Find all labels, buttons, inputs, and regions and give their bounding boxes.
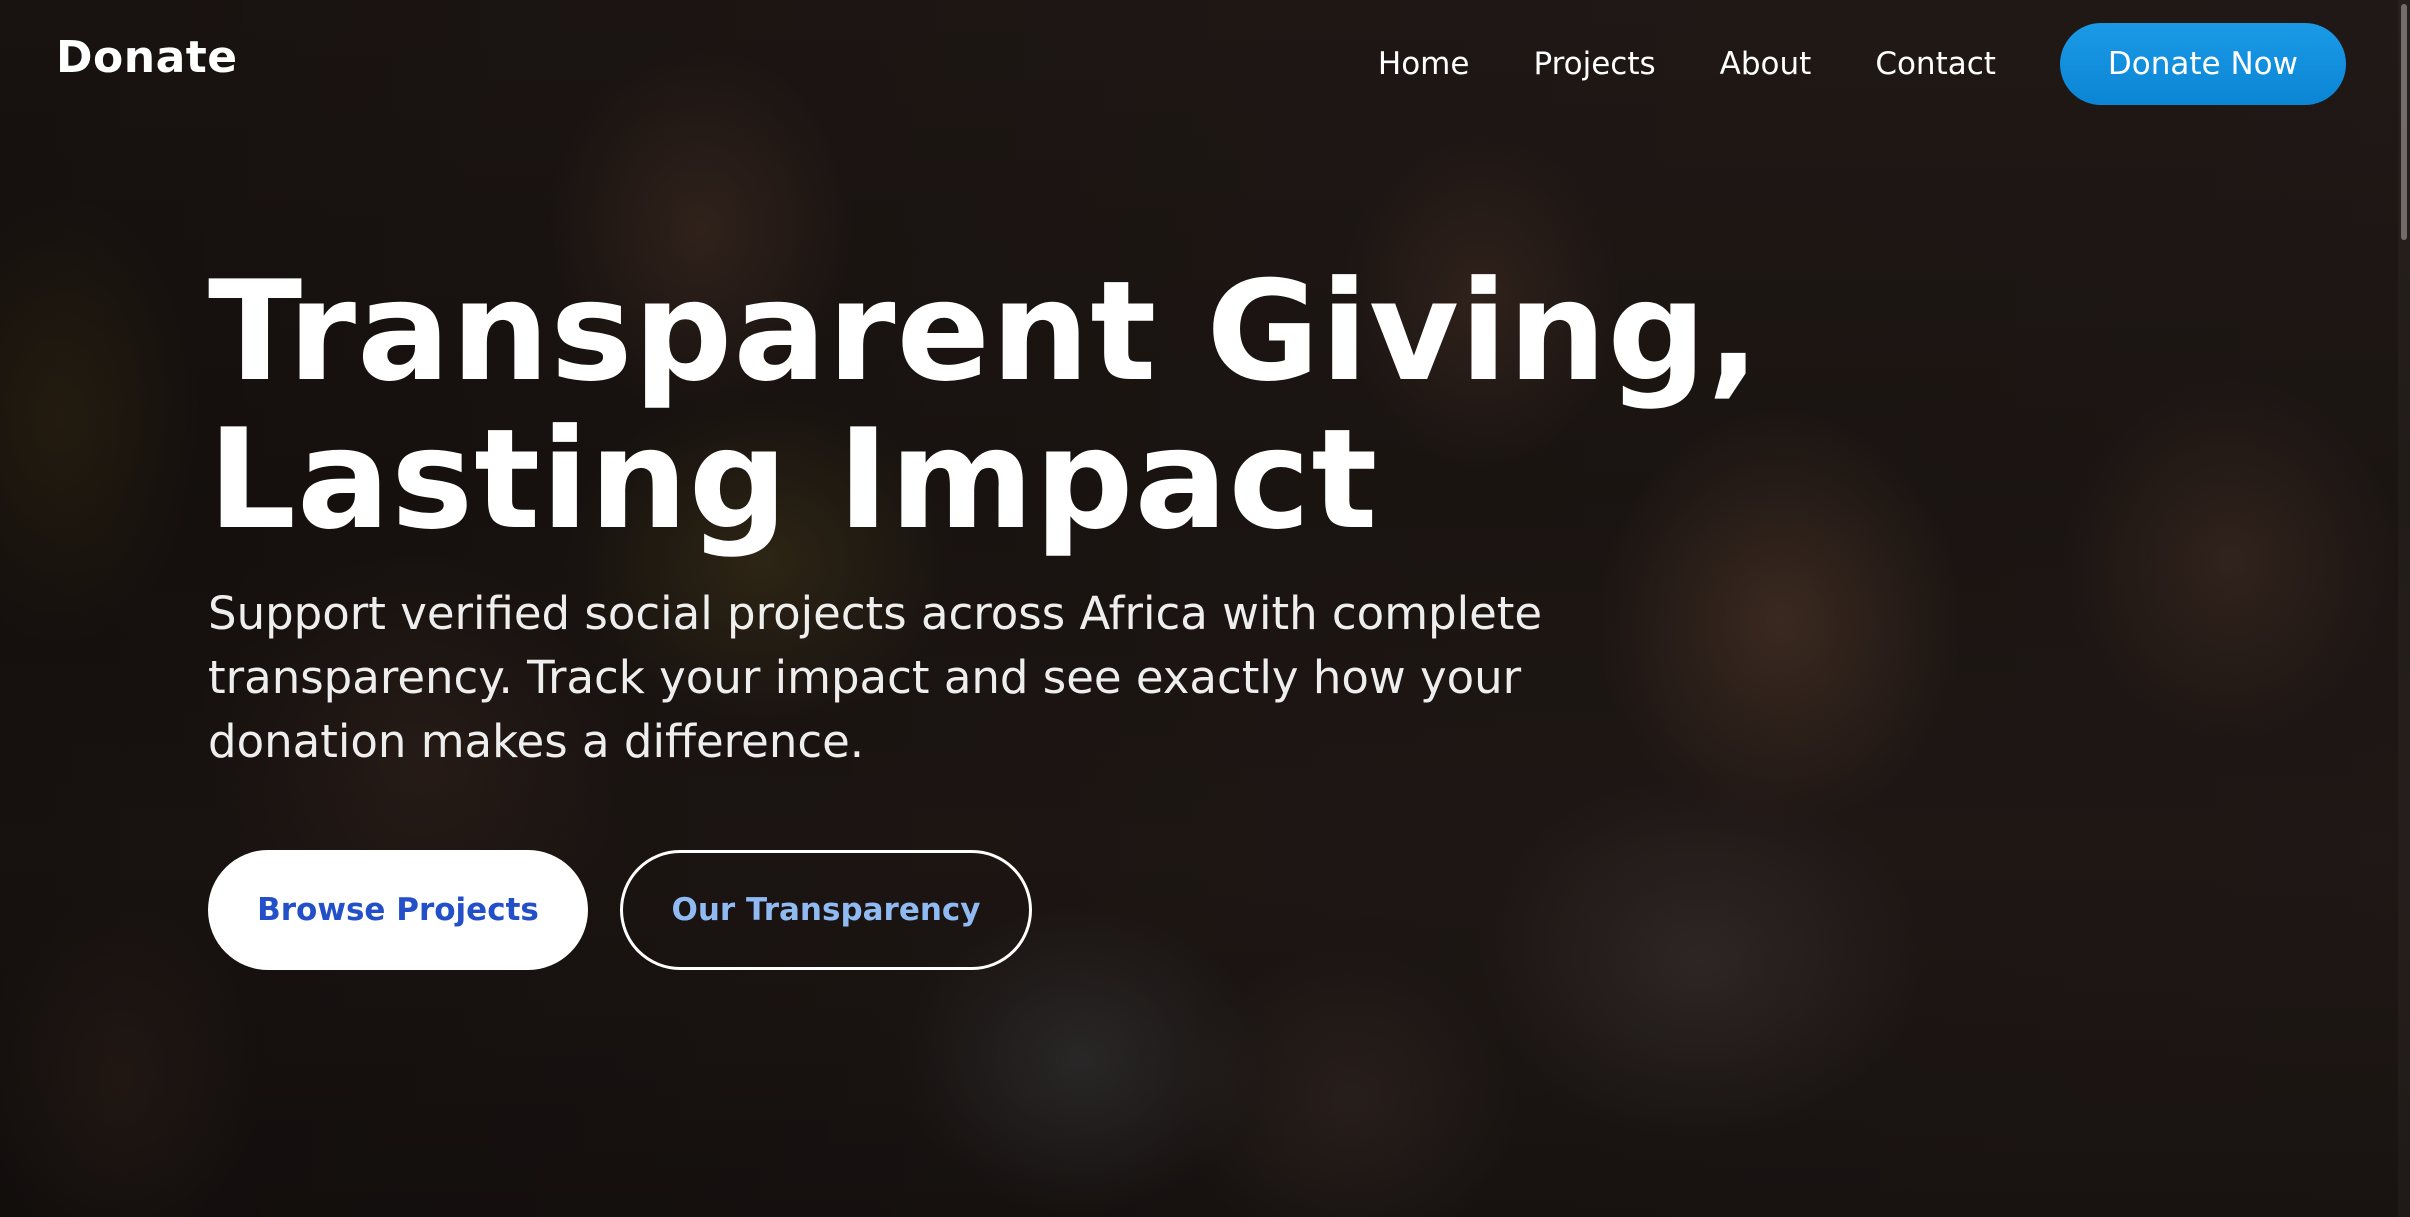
nav-link-about[interactable]: About bbox=[1720, 46, 1812, 82]
brand-logo[interactable]: Donate bbox=[56, 32, 238, 83]
nav-link-projects[interactable]: Projects bbox=[1533, 46, 1655, 82]
browse-projects-button[interactable]: Browse Projects bbox=[208, 850, 588, 970]
donate-now-button[interactable]: Donate Now bbox=[2059, 23, 2346, 105]
hero-title: Transparent Giving, Lasting Impact bbox=[208, 258, 1908, 554]
scrollbar-thumb[interactable] bbox=[2401, 4, 2407, 240]
hero-subtitle: Support verified social projects across … bbox=[208, 587, 1543, 768]
hero-title-line-1: Transparent Giving, bbox=[208, 251, 1761, 412]
nav-links: Home Projects About Contact Donate Now bbox=[1378, 22, 2346, 106]
page: Donate Home Projects About Contact Donat… bbox=[0, 0, 2410, 1217]
hero-section: Transparent Giving, Lasting Impact Suppo… bbox=[208, 258, 1908, 819]
nav-link-home[interactable]: Home bbox=[1378, 46, 1470, 82]
top-navigation: Donate Home Projects About Contact Donat… bbox=[0, 0, 2410, 128]
hero-title-line-2: Lasting Impact bbox=[208, 399, 1379, 560]
hero-actions: Browse Projects Our Transparency bbox=[208, 850, 1032, 970]
our-transparency-button[interactable]: Our Transparency bbox=[620, 850, 1032, 970]
nav-link-contact[interactable]: Contact bbox=[1875, 46, 1996, 82]
vertical-scrollbar[interactable] bbox=[2398, 0, 2410, 1217]
